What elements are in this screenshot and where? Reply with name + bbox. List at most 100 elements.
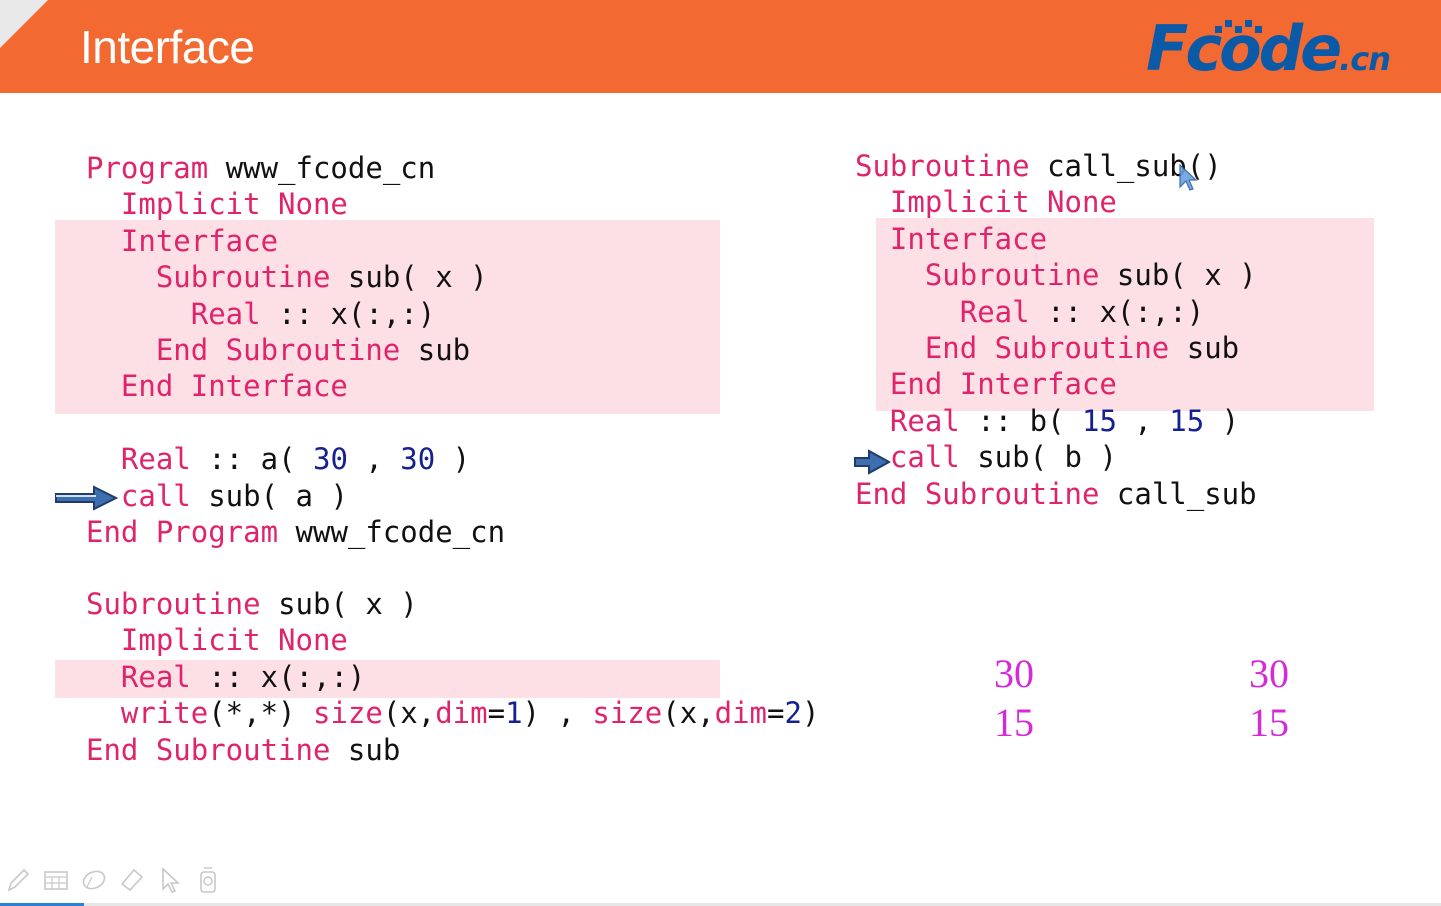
code-line: Real :: b( 15 , 15 ) bbox=[855, 403, 1257, 439]
code-block-main-program: Program www_fcode_cn Implicit None Inter… bbox=[86, 150, 505, 550]
code-number: 2 bbox=[784, 696, 802, 731]
code-line: Real :: x(:,:) bbox=[855, 294, 1257, 330]
code-line: call sub( b ) bbox=[855, 439, 1257, 475]
code-keyword: Implicit None bbox=[855, 185, 1117, 220]
code-text: = bbox=[487, 696, 506, 731]
code-keyword: End Interface bbox=[86, 369, 348, 404]
slide-header: Interface Fcode.cn bbox=[0, 0, 1441, 93]
pointer-icon[interactable] bbox=[156, 865, 184, 895]
code-keyword: size bbox=[592, 696, 663, 731]
code-keyword: End Subroutine bbox=[86, 732, 331, 767]
code-line: call sub( a ) bbox=[86, 478, 505, 514]
output-value: 15 bbox=[1249, 700, 1289, 745]
code-keyword: End Program bbox=[86, 514, 279, 549]
code-line: Implicit None bbox=[86, 622, 819, 658]
code-line: End Subroutine sub bbox=[86, 332, 505, 368]
code-line: End Interface bbox=[86, 368, 505, 404]
current-line-arrow-icon bbox=[854, 449, 891, 475]
code-keyword: Implicit None bbox=[86, 187, 348, 222]
code-keyword: Interface bbox=[855, 221, 1048, 256]
header-corner-fold bbox=[0, 0, 48, 48]
code-keyword: Subroutine bbox=[86, 587, 261, 621]
code-text: :: b( bbox=[959, 403, 1082, 438]
code-keyword: End Interface bbox=[855, 367, 1117, 402]
code-number: 15 bbox=[1169, 403, 1205, 438]
code-number: 1 bbox=[505, 696, 523, 731]
code-line: Implicit None bbox=[86, 186, 505, 222]
fcode-logo: Fcode.cn bbox=[1146, 18, 1391, 80]
code-block-subroutine-call-sub: Subroutine call_sub() Implicit None Inte… bbox=[855, 148, 1257, 512]
code-text: sub( b ) bbox=[959, 440, 1117, 475]
code-keyword: End Subroutine bbox=[855, 476, 1100, 511]
code-line: Real :: a( 30 , 30 ) bbox=[86, 441, 505, 477]
code-number: 15 bbox=[1081, 403, 1117, 438]
code-line: Subroutine sub( x ) bbox=[86, 586, 819, 622]
code-keyword: Real bbox=[86, 659, 191, 694]
code-line: Real :: x(:,:) bbox=[86, 296, 505, 332]
pen-icon[interactable] bbox=[4, 865, 32, 895]
code-line: Subroutine sub( x ) bbox=[86, 259, 505, 295]
code-line: Real :: x(:,:) bbox=[86, 659, 819, 695]
code-text: www_fcode_cn bbox=[208, 151, 436, 185]
code-text: (*,*) bbox=[208, 696, 313, 731]
current-line-arrow-icon bbox=[55, 485, 118, 511]
code-text: call_sub bbox=[1099, 476, 1257, 511]
code-line: End Program www_fcode_cn bbox=[86, 514, 505, 550]
code-text: :: x(:,:) bbox=[190, 659, 366, 694]
code-text: ) , bbox=[522, 696, 593, 731]
code-keyword: Real bbox=[86, 442, 191, 477]
code-block-subroutine-sub: Subroutine sub( x ) Implicit None Real :… bbox=[86, 586, 819, 768]
logo-suffix-text: .cn bbox=[1339, 40, 1391, 78]
code-keyword: End Subroutine bbox=[86, 332, 401, 367]
code-keyword: write bbox=[86, 696, 209, 731]
output-value: 15 bbox=[994, 700, 1034, 745]
code-line: Program www_fcode_cn bbox=[86, 150, 505, 186]
slide-title: Interface bbox=[80, 21, 255, 73]
code-text: www_fcode_cn bbox=[278, 514, 506, 549]
code-keyword: End Subroutine bbox=[855, 330, 1170, 365]
code-keyword: Real bbox=[86, 296, 261, 331]
code-line: Interface bbox=[855, 221, 1257, 257]
code-line: End Subroutine sub bbox=[86, 732, 819, 768]
code-keyword: Interface bbox=[86, 223, 279, 258]
code-text: sub( a ) bbox=[190, 478, 348, 513]
logo-main-text: Fcode bbox=[1146, 12, 1342, 85]
code-text: (x, bbox=[382, 696, 436, 731]
code-text: ) bbox=[1204, 403, 1240, 438]
output-value: 30 bbox=[994, 651, 1034, 696]
mouse-cursor-icon bbox=[1179, 163, 1198, 191]
presentation-toolbar bbox=[4, 862, 222, 898]
laser-pointer-icon[interactable] bbox=[194, 865, 222, 895]
code-text: , bbox=[347, 442, 401, 477]
code-text: ) bbox=[435, 442, 471, 477]
output-value: 30 bbox=[1249, 651, 1289, 696]
code-keyword: Subroutine bbox=[86, 260, 331, 295]
code-line: Subroutine sub( x ) bbox=[855, 257, 1257, 293]
code-text: sub( x ) bbox=[1099, 258, 1257, 293]
code-text: :: x(:,:) bbox=[260, 296, 436, 331]
code-text: = bbox=[767, 696, 785, 731]
code-keyword: Program bbox=[86, 151, 209, 185]
code-text: :: x(:,:) bbox=[1029, 294, 1205, 329]
code-text: sub bbox=[330, 732, 401, 767]
eraser-icon[interactable] bbox=[80, 865, 108, 895]
slides-grid-icon[interactable] bbox=[42, 865, 70, 895]
code-text: ) bbox=[801, 696, 820, 731]
highlighter-icon[interactable] bbox=[118, 865, 146, 895]
code-keyword: size bbox=[312, 696, 383, 731]
code-line: Interface bbox=[86, 223, 505, 259]
code-keyword: Real bbox=[855, 403, 960, 438]
code-keyword: Implicit None bbox=[86, 623, 348, 658]
code-text: (x, bbox=[662, 696, 715, 731]
code-line: End Subroutine call_sub bbox=[855, 476, 1257, 512]
code-line: write(*,*) size(x,dim=1) , size(x,dim=2) bbox=[86, 695, 820, 731]
code-text: sub( x ) bbox=[260, 587, 418, 621]
code-number: 30 bbox=[400, 442, 436, 477]
code-keyword: Real bbox=[855, 294, 1030, 329]
code-text: sub bbox=[1169, 330, 1240, 365]
code-keyword: Subroutine bbox=[855, 149, 1030, 183]
code-keyword: Subroutine bbox=[855, 258, 1100, 293]
code-text: sub( x ) bbox=[330, 260, 488, 295]
code-text: sub bbox=[400, 332, 471, 367]
